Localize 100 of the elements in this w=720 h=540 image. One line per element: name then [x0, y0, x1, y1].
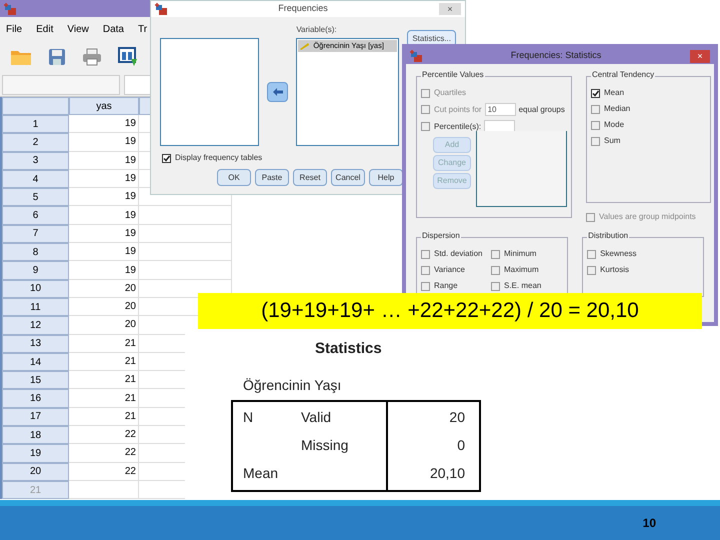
- checkbox-label: Std. deviation: [434, 248, 482, 260]
- checkbox[interactable]: [587, 266, 596, 274]
- table-cell: 19: [69, 170, 139, 188]
- dialog-button[interactable]: Cancel: [331, 169, 365, 186]
- menu-item[interactable]: File: [6, 22, 22, 36]
- page-number: 10: [642, 515, 656, 532]
- table-cell: 19: [69, 261, 139, 280]
- row-header[interactable]: 13: [2, 334, 69, 353]
- table-cell: 19: [69, 206, 139, 225]
- save-icon[interactable]: [48, 48, 66, 66]
- table-cell-text: N: [242, 408, 254, 427]
- menu-item[interactable]: Data: [102, 22, 124, 36]
- row-header[interactable]: 3: [2, 152, 69, 170]
- row-header[interactable]: 17: [2, 408, 69, 426]
- source-variable-list[interactable]: [160, 38, 260, 146]
- close-button[interactable]: ×: [439, 3, 461, 15]
- table-cell: 21: [69, 408, 139, 426]
- checkbox[interactable]: [421, 282, 430, 290]
- group-title: Dispersion: [421, 232, 461, 240]
- close-button[interactable]: ×: [690, 50, 710, 62]
- column-header[interactable]: yas: [69, 97, 139, 115]
- folder-icon[interactable]: [10, 48, 32, 66]
- field-suffix: equal groups: [518, 104, 565, 116]
- checkbox[interactable]: [421, 88, 430, 98]
- corner-cell: [2, 97, 69, 115]
- table-cell: 21: [69, 352, 139, 372]
- row-header[interactable]: 8: [2, 243, 69, 262]
- row-header[interactable]: 7: [2, 224, 69, 244]
- row-header[interactable]: 19: [2, 444, 69, 463]
- menu-item[interactable]: Tr: [138, 22, 148, 36]
- table-cell-text: 20,10: [430, 464, 465, 483]
- checkbox[interactable]: [586, 212, 595, 222]
- input-field[interactable]: 10: [484, 103, 516, 116]
- row-header[interactable]: 20: [2, 462, 69, 481]
- checkbox-label: Sum: [604, 135, 620, 147]
- checkbox[interactable]: [491, 266, 500, 274]
- dialog-button[interactable]: Paste: [255, 169, 289, 186]
- checkbox[interactable]: [587, 250, 596, 258]
- row-header[interactable]: 16: [2, 389, 69, 408]
- arrow-left-icon: [272, 88, 283, 96]
- checkbox-label: Median: [604, 103, 630, 115]
- checkbox[interactable]: [591, 104, 600, 114]
- table-cell: 19: [69, 243, 139, 262]
- checkbox[interactable]: [421, 122, 430, 131]
- table-cell: 22: [69, 462, 139, 481]
- row-header[interactable]: 4: [2, 170, 69, 188]
- checkbox[interactable]: [421, 250, 430, 258]
- dialog-button[interactable]: Reset: [293, 169, 327, 186]
- percentile-list[interactable]: [476, 131, 567, 207]
- table-cell: 19: [69, 115, 139, 134]
- table-import-icon[interactable]: [118, 47, 138, 67]
- window-title: Frequencies: Statistics: [510, 49, 602, 62]
- checkbox-label: Values are group midpoints: [599, 211, 696, 223]
- table-cell: 22: [69, 444, 139, 463]
- checkbox-label: Percentile(s):: [434, 120, 482, 132]
- printer-icon[interactable]: [82, 48, 102, 66]
- checkbox[interactable]: [162, 154, 171, 162]
- checkbox-label: Quartiles: [434, 87, 466, 99]
- window-title: Frequencies: [277, 2, 329, 16]
- row-header[interactable]: 11: [2, 298, 69, 316]
- table-cell: 19: [69, 152, 139, 170]
- checkbox[interactable]: [591, 88, 600, 98]
- table-cell: 20: [69, 280, 139, 298]
- menu-item[interactable]: View: [67, 22, 89, 36]
- checkbox[interactable]: [591, 120, 600, 130]
- checkbox-label: Mean: [604, 87, 624, 99]
- checkbox-label: Display frequency tables: [175, 152, 262, 164]
- row-header[interactable]: 10: [2, 280, 69, 298]
- formula-banner: (19+19+19+ … +22+22+22) / 20 = 20,10: [198, 293, 702, 329]
- row-header[interactable]: 1: [2, 115, 69, 134]
- checkbox-label: Kurtosis: [600, 264, 629, 276]
- checkbox[interactable]: [491, 250, 500, 258]
- dialog-button[interactable]: OK: [217, 169, 251, 186]
- checkbox[interactable]: [491, 282, 500, 290]
- row-header[interactable]: 18: [2, 426, 69, 444]
- row-header[interactable]: 15: [2, 371, 69, 390]
- checkbox[interactable]: [421, 105, 430, 114]
- row-header[interactable]: 14: [2, 352, 69, 372]
- checkbox[interactable]: [421, 266, 430, 274]
- move-button[interactable]: [267, 82, 288, 102]
- row-header[interactable]: 9: [2, 261, 69, 280]
- row-header[interactable]: 2: [2, 133, 69, 152]
- table-cell: 20: [69, 298, 139, 316]
- menu-item[interactable]: Edit: [36, 22, 54, 36]
- checkbox-label: Minimum: [504, 248, 536, 260]
- checkbox-label: Maximum: [504, 264, 539, 276]
- group-title: Percentile Values: [421, 71, 485, 79]
- checkbox-label: Range: [434, 280, 458, 292]
- variables-label: Variable(s):: [296, 24, 338, 36]
- row-header[interactable]: 6: [2, 206, 69, 225]
- cell-reference-field[interactable]: [2, 74, 120, 94]
- row-header[interactable]: 5: [2, 188, 69, 206]
- row-header[interactable]: 12: [2, 316, 69, 335]
- output-title: Statistics: [314, 339, 383, 359]
- table-cell: 21: [69, 334, 139, 353]
- group-title: Distribution: [587, 232, 630, 240]
- checkbox[interactable]: [591, 136, 600, 146]
- table-cell: 22: [69, 426, 139, 444]
- table-cell: 20: [69, 316, 139, 335]
- dialog-button[interactable]: Help: [369, 169, 403, 186]
